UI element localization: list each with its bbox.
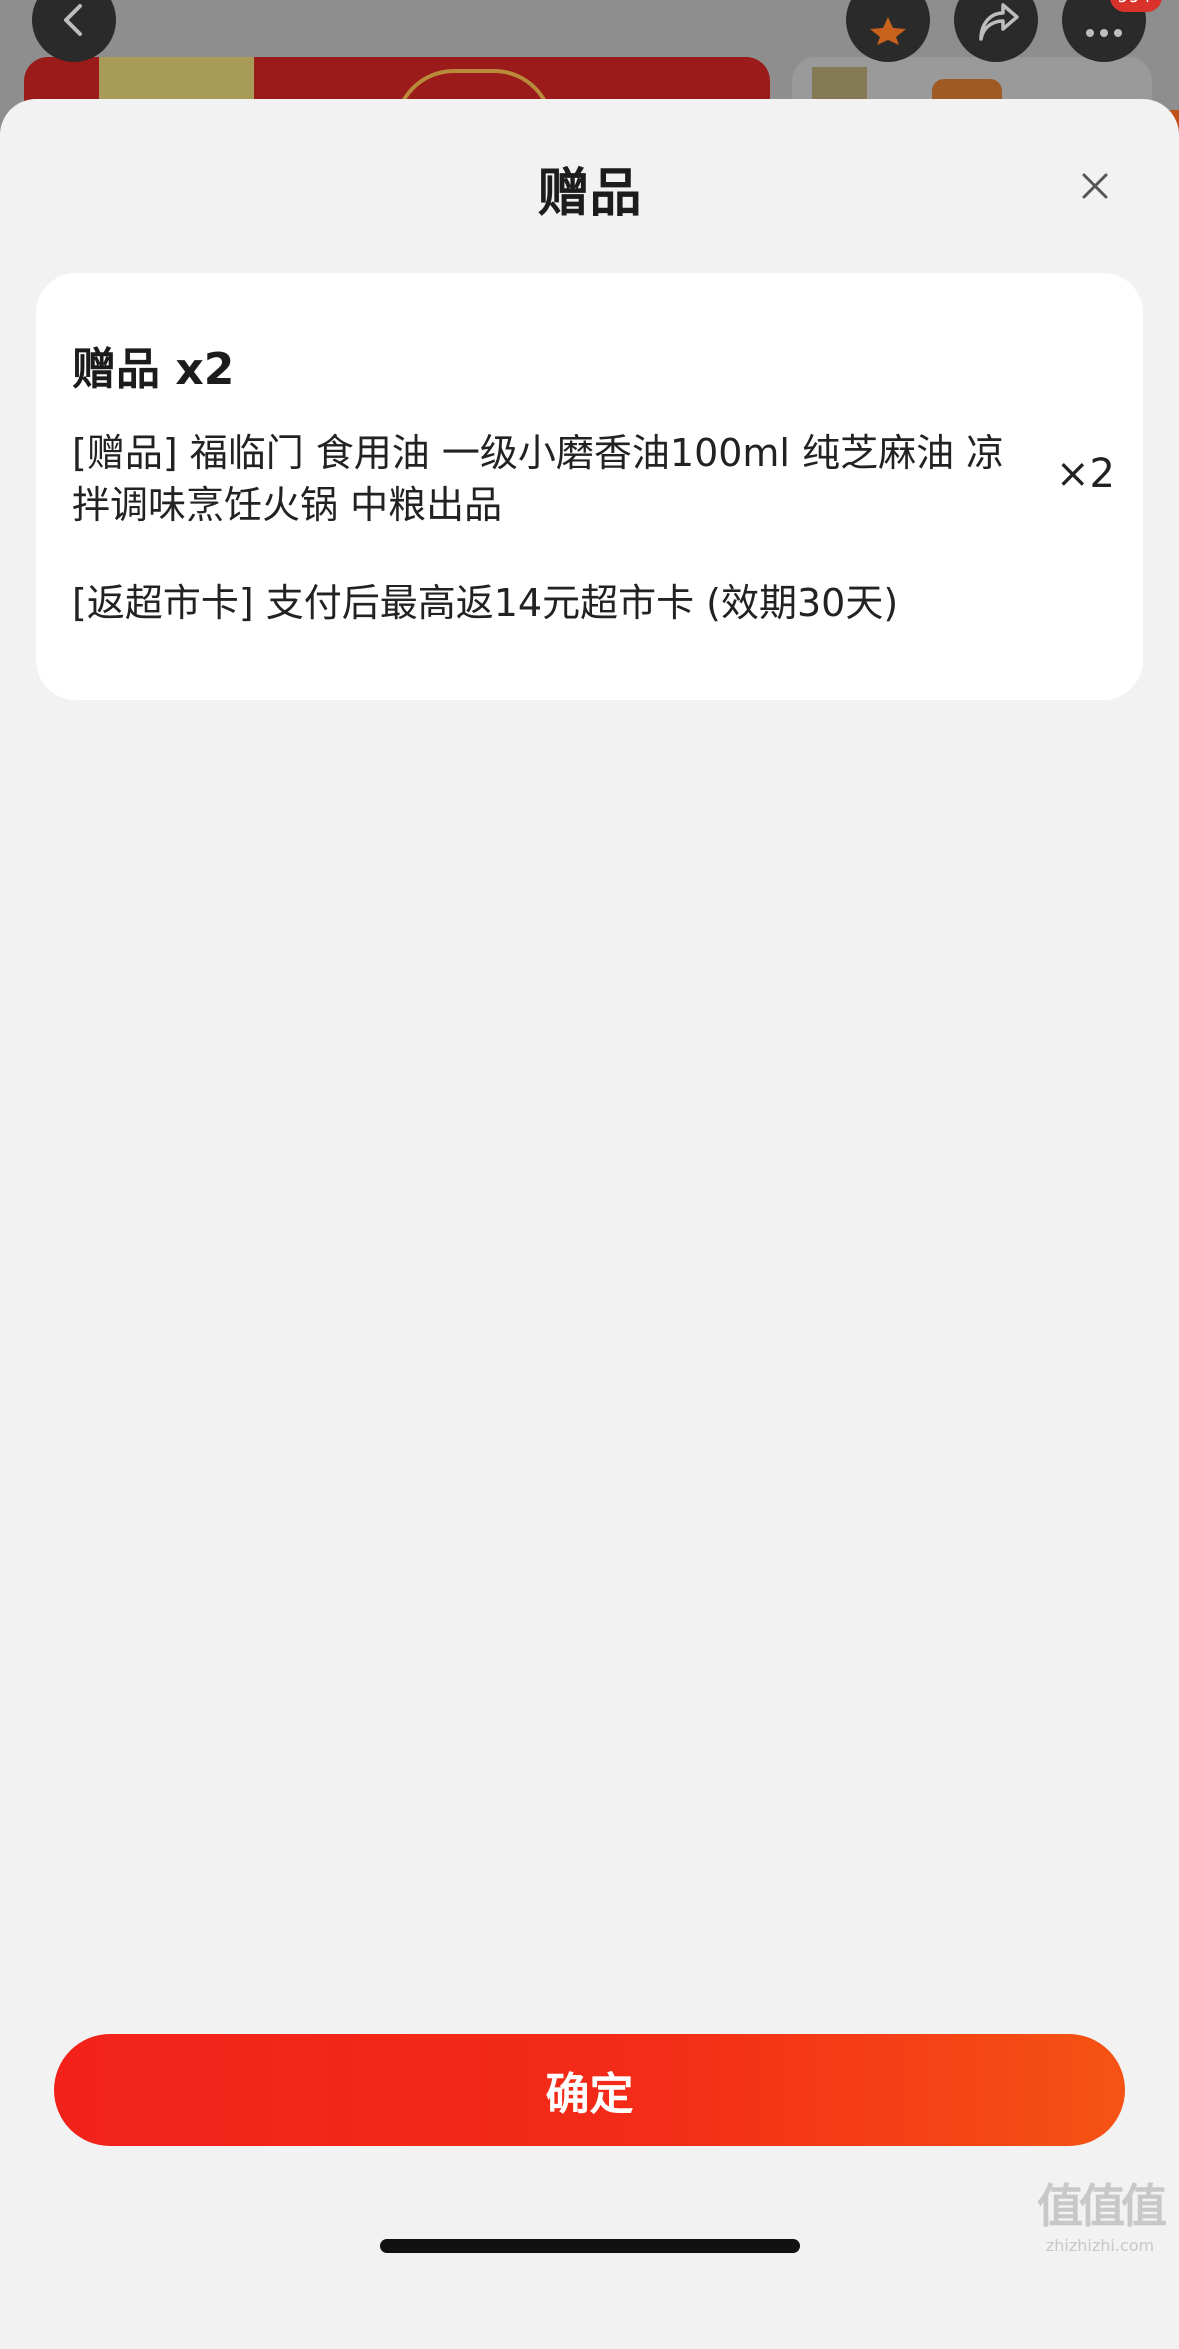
- watermark: 值值值 zhizhizhi.com: [1030, 2170, 1170, 2255]
- share-icon: [979, 3, 1019, 41]
- gift-heading: 赠品 x2: [72, 344, 235, 395]
- confirm-button[interactable]: 确定: [54, 2034, 1125, 2146]
- chevron-left-icon: [64, 4, 82, 36]
- watermark-text: zhizhizhi.com: [1045, 2236, 1155, 2255]
- gift-item-name: [赠品] 福临门 食用油 一级小磨香油100ml 纯芝麻油 凉拌调味烹饪火锅 中…: [72, 431, 1005, 527]
- sheet-title: 赠品: [537, 164, 642, 224]
- supermarket-card-reward: [返超市卡] 支付后最高返14元超市卡 (效期30天): [72, 581, 899, 625]
- gift-sheet: 赠品 赠品 x2 [赠品] 福临门 食用油 一级小磨香油100ml 纯芝麻油 凉…: [0, 99, 1179, 2349]
- home-indicator: [380, 2239, 800, 2253]
- watermark-logo: 值值值: [1037, 2179, 1167, 2233]
- close-button[interactable]: [1070, 161, 1120, 211]
- gift-item-quantity: ×2: [1056, 451, 1115, 497]
- gift-card: 赠品 x2 [赠品] 福临门 食用油 一级小磨香油100ml 纯芝麻油 凉拌调味…: [36, 273, 1143, 700]
- star-icon: [870, 17, 906, 45]
- close-icon: [1082, 173, 1108, 199]
